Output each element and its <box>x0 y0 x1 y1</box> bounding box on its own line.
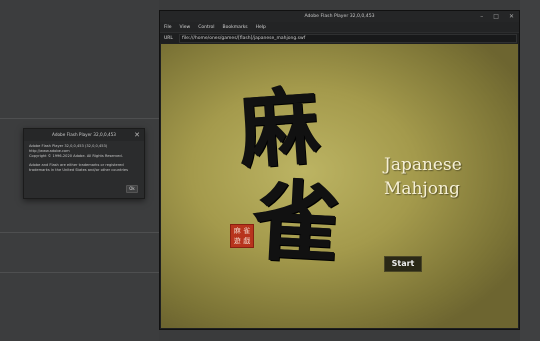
minimize-icon[interactable]: – <box>480 11 483 22</box>
menu-bookmarks[interactable]: Bookmarks <box>223 25 253 30</box>
copyright-text: Copyright © 1996-2020 Adobe. All Rights … <box>29 154 123 159</box>
menu-control[interactable]: Control <box>198 25 219 30</box>
flash-player-window: Adobe Flash Player 32,0,0,453 – □ ✕ File… <box>159 10 520 330</box>
window-titlebar: Adobe Flash Player 32,0,0,453 – □ ✕ <box>160 11 519 22</box>
game-title-line1: Japanese <box>384 155 462 175</box>
menu-bar: File View Control Bookmarks Help <box>160 22 519 32</box>
background-divider <box>0 272 159 273</box>
background-divider <box>0 232 159 233</box>
menu-file[interactable]: File <box>164 25 177 30</box>
background-divider <box>0 118 159 119</box>
start-button[interactable]: Start <box>384 256 422 272</box>
game-title: Japanese Mahjong <box>384 153 462 201</box>
about-dialog-title: Adobe Flash Player 32,0,0,453 <box>52 132 116 137</box>
url-bar: URL file:///home/ones/games/[flash]/japa… <box>160 32 519 43</box>
url-label: URL <box>164 35 173 41</box>
background-panel <box>520 0 540 341</box>
window-title: Adobe Flash Player 32,0,0,453 <box>304 14 375 19</box>
url-input[interactable]: file:///home/ones/games/[flash]/japanese… <box>179 33 517 43</box>
maximize-icon[interactable]: □ <box>493 11 499 22</box>
flash-stage[interactable]: 麻 雀 麻 雀 遊 戯 Japanese Mahjong Start <box>161 44 518 328</box>
about-dialog: Adobe Flash Player 32,0,0,453 ✕ Adobe Fl… <box>23 128 145 199</box>
game-title-line2: Mahjong <box>384 179 460 199</box>
about-dialog-body: Adobe Flash Player 32,0,0,453 (32,0,0,45… <box>24 141 144 176</box>
menu-help[interactable]: Help <box>256 25 271 30</box>
close-icon[interactable]: ✕ <box>509 11 514 22</box>
trademark-text: trademarks in the United States and/or o… <box>29 167 128 172</box>
close-icon[interactable]: ✕ <box>134 129 140 141</box>
red-seal-stamp: 麻 雀 遊 戯 <box>230 224 254 248</box>
about-dialog-titlebar: Adobe Flash Player 32,0,0,453 ✕ <box>24 129 144 141</box>
calligraphy-kanji-jan: 雀 <box>249 167 344 277</box>
menu-view[interactable]: View <box>180 25 196 30</box>
ok-button[interactable]: Ok <box>126 185 138 193</box>
window-controls: – □ ✕ <box>480 11 514 22</box>
